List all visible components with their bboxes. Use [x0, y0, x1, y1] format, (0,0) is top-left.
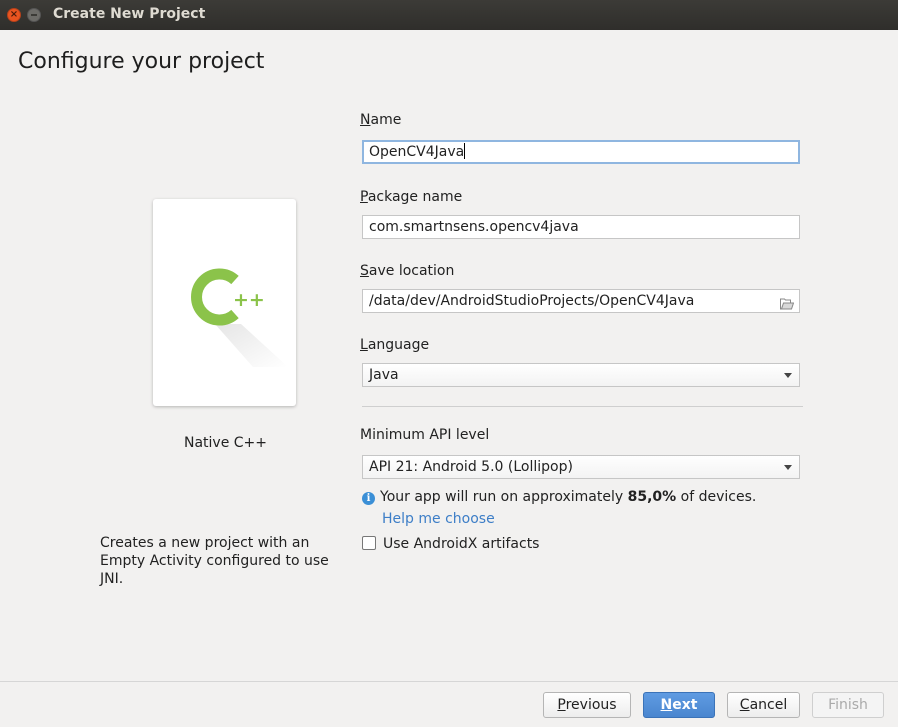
next-button[interactable]: Next	[643, 692, 715, 718]
previous-rest: revious	[565, 697, 617, 713]
page-title: Configure your project	[18, 49, 265, 74]
template-name: Native C++	[183, 435, 267, 451]
chevron-down-icon	[784, 373, 792, 378]
min-api-select-value: API 21: Android 5.0 (Lollipop)	[369, 459, 573, 475]
androidx-checkbox[interactable]	[362, 536, 376, 550]
package-label: Package name	[360, 189, 462, 205]
name-label: Name	[360, 112, 401, 128]
logo-shadow	[215, 324, 288, 367]
minimize-icon	[31, 14, 37, 16]
info-suffix: of devices.	[676, 489, 757, 505]
api-coverage-info: i Your app will run on approximately 85,0…	[362, 489, 756, 505]
min-api-label: Minimum API level	[360, 427, 490, 443]
help-me-choose-link[interactable]: Help me choose	[382, 511, 495, 527]
package-label-rest: ackage name	[367, 189, 463, 205]
cancel-button[interactable]: Cancel	[727, 692, 800, 718]
info-prefix: Your app will run on approximately	[380, 489, 628, 505]
package-name-field[interactable]: com.smartnsens.opencv4java	[362, 215, 800, 239]
window-close-button[interactable]: ×	[7, 8, 21, 22]
save-location-value: /data/dev/AndroidStudioProjects/OpenCV4J…	[369, 293, 695, 309]
logo-plus-text: ++	[233, 289, 265, 311]
save-location-field[interactable]: /data/dev/AndroidStudioProjects/OpenCV4J…	[362, 289, 800, 313]
name-label-rest: ame	[370, 112, 402, 128]
next-mnemonic: N	[660, 697, 673, 713]
window-title: Create New Project	[53, 6, 206, 22]
footer-divider	[0, 681, 898, 682]
androidx-option[interactable]: Use AndroidX artifacts	[362, 536, 539, 552]
language-label-mnemonic: L	[360, 337, 368, 353]
cpp-logo-icon: ++	[191, 268, 288, 367]
name-field[interactable]: OpenCV4Java	[362, 140, 800, 164]
next-rest: ext	[672, 697, 698, 713]
close-icon: ×	[9, 9, 19, 20]
logo-c-arc	[191, 268, 239, 326]
info-percent: 85,0%	[627, 489, 677, 505]
previous-button[interactable]: Previous	[543, 692, 631, 718]
info-icon: i	[362, 492, 375, 505]
name-field-value: OpenCV4Java	[369, 144, 465, 160]
min-api-select[interactable]: API 21: Android 5.0 (Lollipop)	[362, 455, 800, 479]
folder-open-icon[interactable]	[780, 295, 795, 312]
language-select-value: Java	[369, 367, 399, 383]
language-label: Language	[360, 337, 429, 353]
save-location-label: Save location	[360, 263, 454, 279]
text-caret	[464, 143, 466, 159]
window-minimize-button[interactable]	[27, 8, 41, 22]
cancel-mnemonic: C	[739, 697, 750, 713]
package-label-mnemonic: P	[360, 189, 368, 205]
language-select[interactable]: Java	[362, 363, 800, 387]
chevron-down-icon	[784, 465, 792, 470]
save-location-label-mnemonic: S	[360, 263, 369, 279]
template-description: Creates a new project with an Empty Acti…	[100, 535, 329, 587]
name-label-mnemonic: N	[360, 112, 371, 128]
cancel-rest: ancel	[749, 697, 788, 713]
window-titlebar: × Create New Project	[0, 0, 898, 30]
template-preview-card: ++	[153, 199, 296, 406]
form-divider	[362, 406, 803, 407]
finish-button[interactable]: Finish	[812, 692, 884, 718]
androidx-label: Use AndroidX artifacts	[383, 536, 540, 552]
language-label-rest: anguage	[367, 337, 430, 353]
previous-mnemonic: P	[557, 697, 566, 713]
save-location-label-rest: ave location	[368, 263, 455, 279]
package-name-value: com.smartnsens.opencv4java	[369, 219, 579, 235]
